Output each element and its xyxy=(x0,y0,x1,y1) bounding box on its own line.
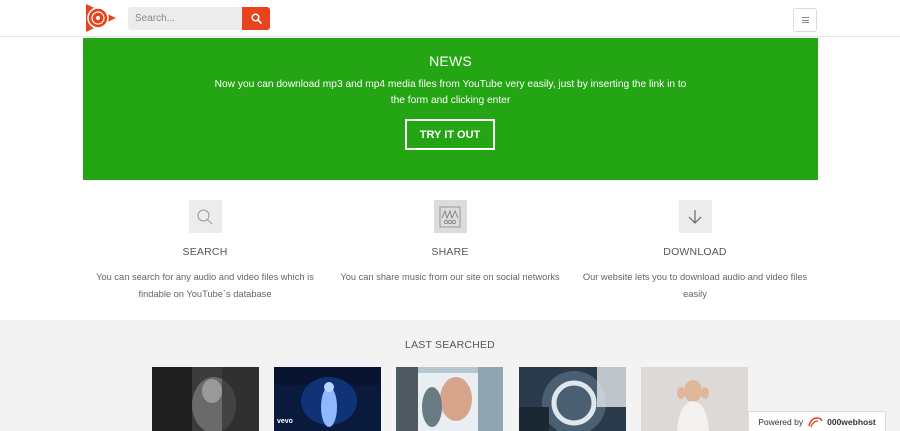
video-thumbnail[interactable] xyxy=(519,367,626,431)
feature-description: You can search for any audio and video f… xyxy=(96,272,314,299)
search-button[interactable] xyxy=(242,7,270,30)
powered-by-label: Powered by xyxy=(758,416,804,427)
video-thumbnail[interactable]: vevo xyxy=(274,367,381,431)
menu-toggle-button[interactable] xyxy=(793,8,817,32)
search-form xyxy=(128,7,270,30)
news-banner: NEWS Now you can download mp3 and mp4 me… xyxy=(83,38,818,180)
hamburger-icon xyxy=(801,17,809,23)
news-text: Now you can download mp3 and mp4 media f… xyxy=(214,79,687,106)
search-input[interactable] xyxy=(128,7,242,30)
feature-title: SHARE xyxy=(431,246,469,258)
download-arrow-icon xyxy=(678,200,712,233)
video-thumbnail[interactable] xyxy=(641,367,748,431)
000webhost-logo-icon xyxy=(808,416,823,427)
feature-search: SEARCH You can search for any audio and … xyxy=(90,200,320,303)
thumbnail-overlay-text: vevo xyxy=(277,418,293,425)
section-title: LAST SEARCHED xyxy=(405,339,495,351)
feature-title: DOWNLOAD xyxy=(663,246,727,258)
feature-description: Our website lets you to download audio a… xyxy=(582,272,808,299)
search-icon xyxy=(250,13,262,24)
feature-download: DOWNLOAD Our website lets you to downloa… xyxy=(580,200,810,303)
news-title: NEWS xyxy=(429,53,472,69)
share-icon xyxy=(433,200,467,233)
feature-title: SEARCH xyxy=(182,246,228,258)
feature-description: You can share music from our site on soc… xyxy=(340,272,560,282)
feature-share: SHARE You can share music from our site … xyxy=(335,200,565,286)
powered-by-brand: 000webhost xyxy=(827,416,876,427)
try-it-out-button[interactable]: TRY IT OUT xyxy=(405,119,495,150)
video-thumbnail[interactable] xyxy=(152,367,259,431)
video-thumbnail[interactable] xyxy=(396,367,503,431)
powered-by-badge[interactable]: Powered by 000webhost xyxy=(748,411,886,431)
play-disc-logo-icon[interactable] xyxy=(86,4,116,32)
search-icon xyxy=(188,200,222,233)
top-header xyxy=(0,0,900,37)
